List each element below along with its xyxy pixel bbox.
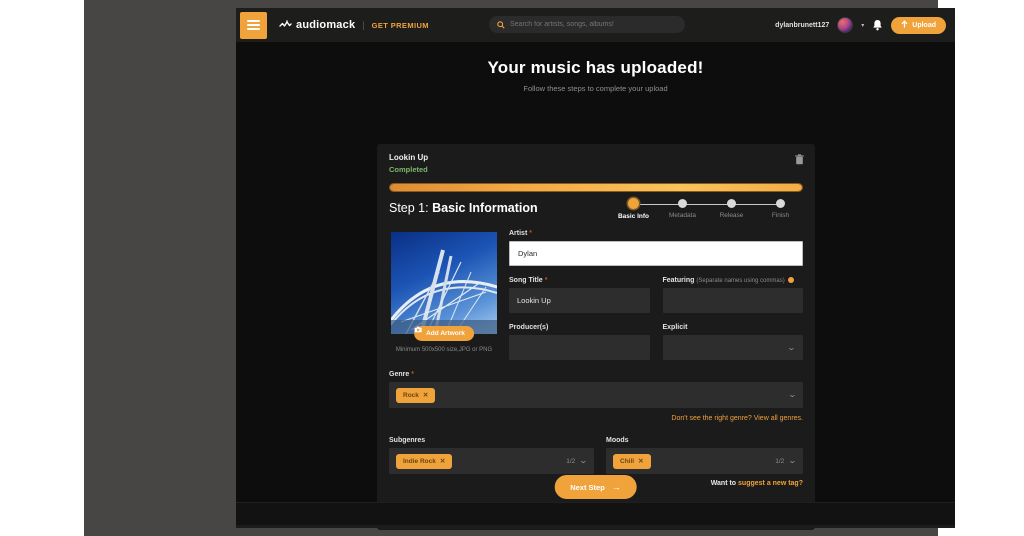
subgenres-moods-row: Subgenres Indie Rock ✕ 1/2 ⌄ Moods Chill ✕ … — [389, 437, 803, 474]
audiomack-logo[interactable]: audiomack | GET PREMIUM — [279, 19, 429, 31]
genre-label: Genre * — [389, 371, 414, 378]
main-content: Your music has uploaded! Follow these st… — [236, 42, 955, 530]
top-navigation-bar: audiomack | GET PREMIUM dylanbrunett127 … — [236, 8, 955, 42]
page-title: Your music has uploaded! — [487, 58, 704, 77]
account-caret-icon[interactable]: ▾ — [861, 22, 864, 29]
add-artwork-label: Add Artwork — [426, 330, 465, 337]
artwork-size-hint: Minimum 500x500 size,JPG or PNG — [395, 347, 493, 353]
chevron-down-icon: ⌄ — [787, 456, 798, 465]
add-artwork-button[interactable]: Add Artwork — [414, 326, 474, 341]
uploaded-song-name: Lookin Up — [389, 153, 429, 162]
window-bottom-edge — [236, 525, 955, 528]
stepper-step-finish[interactable]: Finish — [756, 199, 805, 220]
genre-select[interactable]: Rock ✕ ⌄ — [389, 382, 803, 408]
stepper-step-basic-info[interactable]: Basic Info — [609, 198, 658, 220]
next-step-label: Next Step — [570, 482, 605, 492]
remove-tag-icon[interactable]: ✕ — [440, 457, 445, 465]
username-label: dylanbrunett127 — [775, 21, 830, 29]
tag-help-text: Want to suggest a new tag? — [710, 480, 803, 487]
logo-divider: | — [362, 20, 365, 30]
artist-label: Artist * — [509, 230, 533, 237]
step-header: Step 1: Basic Information — [389, 201, 538, 215]
chevron-down-icon: ⌄ — [787, 390, 798, 399]
subgenres-label: Subgenres — [389, 437, 426, 444]
view-all-genres-link[interactable]: View all genres. — [754, 415, 803, 422]
app-window: audiomack | GET PREMIUM dylanbrunett127 … — [236, 8, 955, 530]
mood-tag: Chill ✕ — [613, 453, 651, 469]
basic-info-form: Artist* Song Title* Featuring (Separate … — [509, 230, 803, 360]
step-dot — [678, 199, 687, 208]
step-title: Basic Information — [432, 201, 538, 215]
explicit-select[interactable]: ⌄ — [662, 335, 803, 360]
logo-text: audiomack — [296, 19, 356, 31]
genre-tag: Rock ✕ — [396, 387, 436, 403]
search-icon — [497, 16, 505, 34]
notifications-bell-icon[interactable] — [872, 19, 883, 31]
genre-section: Genre * Rock ✕ ⌄ — [389, 371, 803, 408]
subgenre-tag: Indie Rock ✕ — [396, 453, 453, 469]
moods-label: Moods — [606, 437, 629, 444]
upload-icon — [901, 20, 908, 30]
song-title-input[interactable] — [509, 288, 650, 313]
upload-progress-bar — [389, 183, 803, 192]
moods-select[interactable]: Chill ✕ 1/2 ⌄ — [606, 448, 803, 474]
stepper-step-release[interactable]: Release — [707, 199, 756, 220]
page-subtitle: Follow these steps to complete your uplo… — [523, 84, 668, 93]
upload-progress-fill — [390, 184, 802, 191]
menu-icon[interactable] — [240, 11, 267, 39]
upload-stepper: Basic Info Metadata Release Finish — [609, 198, 805, 223]
step-dot-active — [628, 198, 639, 209]
required-marker: * — [411, 371, 414, 378]
stepper-step-metadata[interactable]: Metadata — [658, 199, 707, 220]
required-marker: * — [544, 277, 548, 284]
step-dot — [727, 199, 736, 208]
topbar-right-cluster: dylanbrunett127 ▾ Upload — [775, 8, 946, 42]
producers-input[interactable] — [509, 335, 650, 360]
arrow-right-icon: → — [611, 482, 621, 492]
upload-step-card: Lookin Up Completed Step 1: Basic Inform… — [377, 144, 815, 530]
explicit-label: Explicit — [662, 324, 688, 331]
upload-button[interactable]: Upload — [891, 16, 946, 34]
get-premium-link[interactable]: GET PREMIUM — [372, 21, 429, 30]
featuring-hint: (Separate names using commas) — [696, 278, 785, 284]
desktop-background: audiomack | GET PREMIUM dylanbrunett127 … — [84, 0, 955, 536]
moods-counter: 1/2 ⌄ — [775, 456, 798, 465]
search-input[interactable] — [510, 21, 677, 28]
artwork-preview-image[interactable]: Add Artwork — [391, 232, 497, 341]
subgenres-counter: 1/2 ⌄ — [566, 456, 589, 465]
song-title-label: Song Title * — [509, 277, 548, 284]
featuring-label: Featuring (Separate names using commas) — [663, 277, 804, 284]
genre-chevron: ⌄ — [787, 390, 798, 399]
required-marker: * — [529, 230, 533, 237]
upload-button-label: Upload — [912, 21, 936, 29]
featuring-input[interactable] — [662, 288, 803, 313]
upload-status-label: Completed — [389, 165, 428, 174]
remove-tag-icon[interactable]: ✕ — [638, 457, 643, 465]
search-bar[interactable] — [489, 16, 685, 33]
next-step-button[interactable]: Next Step → — [554, 475, 637, 499]
artwork-section: Add Artwork Minimum 500x500 size,JPG or … — [391, 232, 497, 353]
info-icon — [787, 277, 794, 284]
subgenres-select[interactable]: Indie Rock ✕ 1/2 ⌄ — [389, 448, 594, 474]
delete-upload-icon[interactable] — [795, 154, 804, 165]
suggest-tag-link[interactable]: suggest a new tag? — [738, 480, 803, 487]
remove-tag-icon[interactable]: ✕ — [423, 391, 428, 399]
producers-label: Producer(s) — [509, 324, 549, 331]
chevron-down-icon: ⌄ — [578, 456, 589, 465]
logo-glyph-icon — [279, 20, 292, 30]
step-dot — [776, 199, 785, 208]
genre-help-text: Don't see the right genre? View all genr… — [671, 415, 803, 422]
chevron-down-icon: ⌄ — [786, 342, 797, 352]
artist-input[interactable] — [509, 241, 803, 266]
user-avatar[interactable] — [837, 17, 854, 33]
